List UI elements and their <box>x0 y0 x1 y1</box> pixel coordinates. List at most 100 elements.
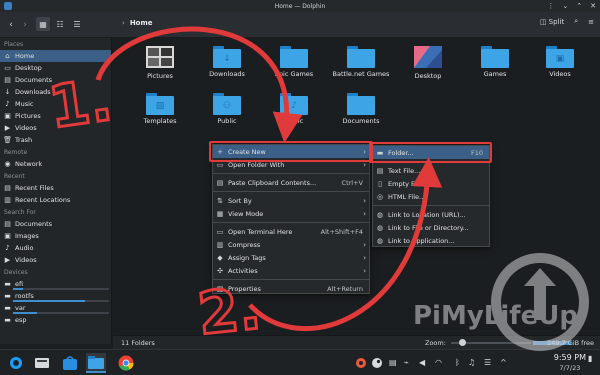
sidebar-item-downloads[interactable]: ↓ Downloads <box>0 86 111 98</box>
folder-games[interactable]: Games <box>465 46 525 78</box>
folder-battlenet-games[interactable]: Battle.net Games <box>331 46 391 78</box>
details-view-icon[interactable]: ☰ <box>70 17 84 31</box>
wifi-icon[interactable]: ☰ <box>484 358 491 367</box>
menu-item-properties[interactable]: ▨ Properties Alt+Return <box>213 282 369 295</box>
folder-icon: ♪ <box>280 93 308 115</box>
close-button[interactable]: ✕ <box>590 2 596 10</box>
submenu-item-link-url[interactable]: ◍ Link to Location (URL)... <box>373 208 489 221</box>
record-icon[interactable] <box>356 358 366 370</box>
menu-item-open-folder-with[interactable]: ▭ Open Folder With › <box>213 158 369 171</box>
menu-item-assign-tags[interactable]: ◆ Assign Tags › <box>213 251 369 264</box>
menu-item-label: View Mode <box>228 209 264 218</box>
folder-epic-games[interactable]: Epic Games <box>264 46 324 78</box>
forward-button[interactable]: › <box>18 17 32 33</box>
link-icon: ◍ <box>376 211 384 219</box>
sidebar-item-videos[interactable]: ▶ Videos <box>0 122 111 134</box>
folder-videos[interactable]: ▣ Videos <box>530 46 590 78</box>
menu-item-create-new[interactable]: + Create New › <box>213 145 369 158</box>
sidebar-device-rootfs[interactable]: ▬ rootfs <box>0 290 111 302</box>
show-desktop-button[interactable]: ▮ <box>588 354 592 363</box>
menu-item-label: Compress <box>228 240 261 249</box>
sidebar-device-esp[interactable]: ▬ esp <box>0 314 111 326</box>
sidebar-item-search-documents[interactable]: ▤ Documents <box>0 218 111 230</box>
steam-icon[interactable] <box>372 358 382 370</box>
sidebar-item-recent-files[interactable]: ▤ Recent Files <box>0 182 111 194</box>
sidebar-item-pictures[interactable]: ▣ Pictures <box>0 110 111 122</box>
menu-item-open-terminal[interactable]: ▭ Open Terminal Here Alt+Shift+F4 <box>213 225 369 238</box>
home-icon: ⌂ <box>5 51 10 60</box>
folder-templates[interactable]: ▧ Templates <box>130 93 190 125</box>
sidebar-item-home[interactable]: ⌂ Home <box>0 50 111 62</box>
submenu-item-html-file[interactable]: ◎ HTML File... <box>373 190 489 203</box>
folder-music[interactable]: ♪ Music <box>264 93 324 125</box>
link-icon: ◍ <box>376 224 384 232</box>
menu-item-view-mode[interactable]: ▦ View Mode › <box>213 207 369 220</box>
menu-icon[interactable]: ⋮ <box>547 2 554 10</box>
folder-downloads[interactable]: ↓ Downloads <box>197 46 257 78</box>
menu-item-compress[interactable]: ▥ Compress › <box>213 238 369 251</box>
submenu-item-empty-file[interactable]: ▯ Empty File <box>373 177 489 190</box>
folder-documents[interactable]: Documents <box>331 93 391 125</box>
folder-icon: ⚇ <box>213 93 241 115</box>
breadcrumb-home[interactable]: Home <box>130 19 153 27</box>
sidebar-item-recent-locations[interactable]: ▥ Recent Locations <box>0 194 111 206</box>
zoom-slider[interactable] <box>451 339 531 346</box>
empty-file-icon: ▯ <box>378 180 382 188</box>
compact-view-icon[interactable]: ☷ <box>53 17 67 31</box>
trash-icon: 🗑 <box>3 135 12 144</box>
volume-icon[interactable]: ♫ <box>468 358 475 367</box>
application-launcher-icon[interactable] <box>6 353 26 373</box>
back-button[interactable]: ‹ <box>4 17 18 33</box>
folder-desktop[interactable]: Desktop <box>398 46 458 80</box>
sidebar-item-search-videos[interactable]: ▶ Videos <box>0 254 111 266</box>
icons-view-icon[interactable]: ▦ <box>36 17 50 31</box>
sidebar-item-search-images[interactable]: ▣ Images <box>0 230 111 242</box>
sidebar-item-label: Network <box>15 160 43 168</box>
submenu-item-text-file[interactable]: ▤ Text File... <box>373 164 489 177</box>
sidebar-item-search-audio[interactable]: ♪ Audio <box>0 242 111 254</box>
menu-item-sort-by[interactable]: ⇅ Sort By › <box>213 194 369 207</box>
minimize-button[interactable]: ⌄ <box>562 2 568 10</box>
task-manager-icon[interactable] <box>32 353 52 373</box>
plus-icon: + <box>217 148 223 156</box>
chrome-icon[interactable] <box>116 353 136 373</box>
audio-icon[interactable]: ◀ <box>419 358 425 367</box>
folder-pictures[interactable]: Pictures <box>130 46 190 80</box>
submenu-item-link-app[interactable]: ◍ Link to Application... <box>373 234 489 247</box>
usb-icon[interactable]: ⌁ <box>404 358 409 367</box>
clock[interactable]: 9:59 PM 7/7/23 <box>554 353 586 373</box>
folder-public[interactable]: ⚇ Public <box>197 93 257 125</box>
split-button[interactable]: ◫ Split <box>540 18 564 26</box>
zoom-slider-handle[interactable] <box>459 339 466 346</box>
sidebar-item-documents[interactable]: ▤ Documents <box>0 74 111 86</box>
hamburger-menu-icon[interactable]: ≡ <box>588 18 594 26</box>
submenu-arrow-icon: › <box>363 160 366 169</box>
sidebar-item-music[interactable]: ♪ Music <box>0 98 111 110</box>
search-icon[interactable]: ⌕ <box>574 17 578 26</box>
sidebar-item-trash[interactable]: 🗑 Trash <box>0 134 111 146</box>
network-icon[interactable]: ◠ <box>435 358 442 367</box>
sidebar-device-efi[interactable]: ▬ efi <box>0 278 111 290</box>
tag-icon: ◆ <box>217 254 223 262</box>
menu-shortcut: Alt+Return <box>327 284 363 293</box>
breadcrumb-separator: › <box>122 19 125 27</box>
app-icon <box>4 2 12 10</box>
folder-icon: ↓ <box>213 46 241 68</box>
bluetooth-icon[interactable]: ᛒ <box>455 358 460 367</box>
submenu-arrow-icon: › <box>363 266 366 275</box>
maximize-button[interactable]: ⌃ <box>576 2 582 10</box>
clipboard-icon[interactable]: ▤ <box>389 358 397 367</box>
dolphin-taskbar-icon[interactable] <box>86 353 106 373</box>
drive-icon: ▬ <box>4 303 11 312</box>
expand-tray-icon[interactable]: ^ <box>500 358 507 367</box>
submenu-item-folder[interactable]: ▬ Folder... F10 <box>373 146 489 159</box>
discover-store-icon[interactable] <box>60 353 80 373</box>
folder-label: Desktop <box>414 72 442 80</box>
sidebar-item-network[interactable]: ◉ Network <box>0 158 111 170</box>
item-count: 11 Folders <box>121 339 155 347</box>
menu-item-paste[interactable]: ▤ Paste Clipboard Contents... Ctrl+V <box>213 176 369 189</box>
menu-item-activities[interactable]: ✣ Activities › <box>213 264 369 277</box>
submenu-item-link-file[interactable]: ◍ Link to File or Directory... <box>373 221 489 234</box>
sidebar-device-var[interactable]: ▬ var <box>0 302 111 314</box>
sidebar-item-desktop[interactable]: ▭ Desktop <box>0 62 111 74</box>
